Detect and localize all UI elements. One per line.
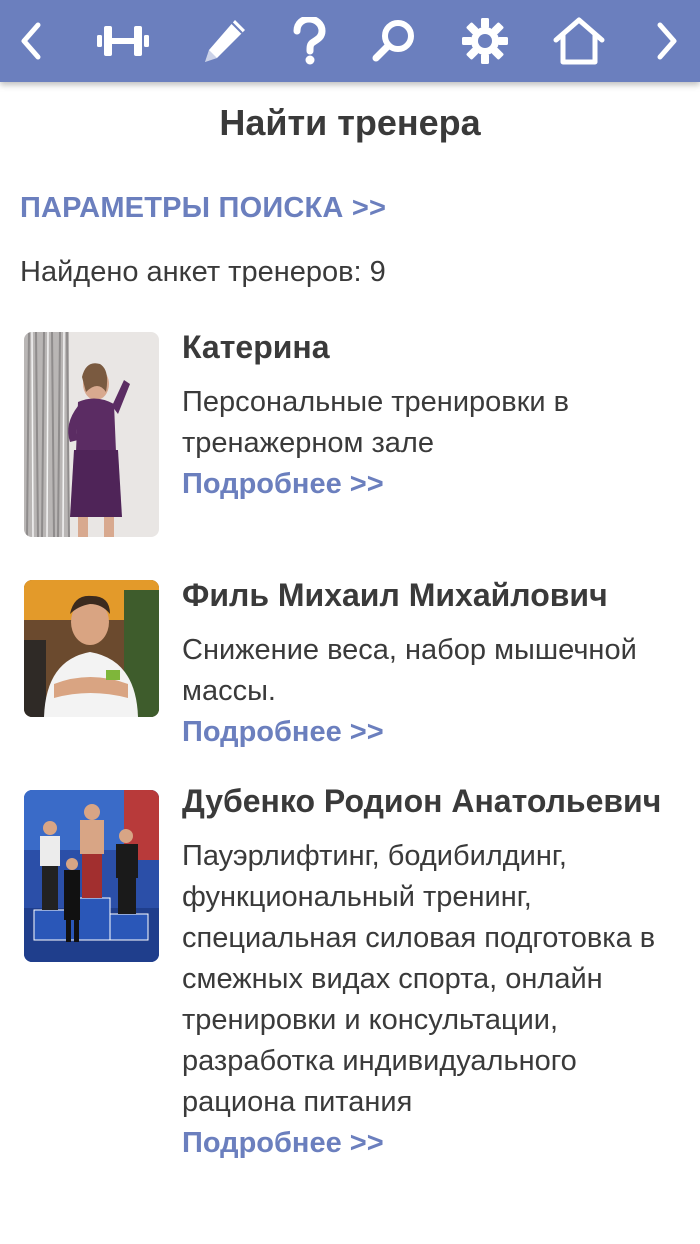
trainer-name: Катерина (182, 329, 330, 365)
trainer-photo[interactable] (24, 332, 159, 537)
dumbbell-icon[interactable] (90, 0, 156, 82)
trainer-description: Снижение веса, набор мышечной массы. (182, 634, 637, 707)
more-link[interactable]: Подробнее >> (182, 1123, 682, 1163)
found-count: Найдено анкет тренеров: 9 (20, 256, 386, 288)
trainer-description: Персональные тренировки в тренажерном за… (182, 386, 570, 459)
search-icon[interactable] (368, 0, 420, 82)
more-link[interactable]: Подробнее >> (182, 464, 682, 504)
home-icon[interactable] (550, 0, 608, 82)
trainer-description: Пауэрлифтинг, бодибилдинг, функциональны… (182, 840, 656, 1118)
trainer-photo[interactable] (24, 790, 159, 962)
settings-icon[interactable] (458, 0, 512, 82)
back-icon[interactable] (8, 0, 56, 82)
search-params-link[interactable]: ПАРАМЕТРЫ ПОИСКА >> (20, 192, 386, 225)
forward-icon[interactable] (642, 0, 690, 82)
pen-icon[interactable] (196, 0, 252, 82)
more-link[interactable]: Подробнее >> (182, 712, 682, 752)
trainer-photo[interactable] (24, 580, 159, 717)
trainer-name: Дубенко Родион Анатольевич (182, 783, 662, 819)
page-title: Найти тренера (219, 102, 481, 143)
help-icon[interactable] (284, 0, 334, 82)
trainer-name: Филь Михаил Михайлович (182, 577, 608, 613)
top-toolbar (0, 0, 700, 82)
